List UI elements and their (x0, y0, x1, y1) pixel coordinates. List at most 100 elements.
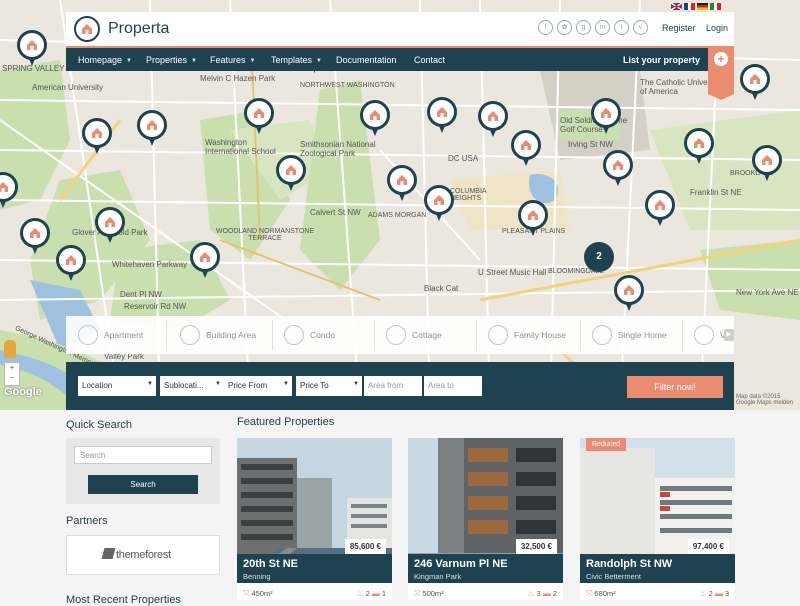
add-property-button[interactable]: + (708, 46, 734, 100)
property-marker-icon[interactable] (82, 118, 112, 154)
select-value: Sublocati... (164, 381, 204, 390)
plus-icon: + (714, 52, 728, 66)
brand-name[interactable]: Properta (108, 20, 169, 38)
property-marker-icon[interactable] (740, 64, 770, 100)
nav-label: Properties (146, 55, 188, 65)
nav-homepage[interactable]: Homepage ▼ (78, 55, 132, 65)
nav-label: Templates (271, 55, 313, 65)
property-marker-icon[interactable] (603, 150, 633, 186)
list-property-link[interactable]: List your property (623, 55, 700, 65)
price-to-select[interactable]: Price To ▼ (296, 376, 362, 396)
map-cluster-marker[interactable]: 2 (584, 242, 614, 272)
category-condo[interactable]: Condo (284, 324, 335, 346)
category-single-home[interactable]: Single Home (592, 324, 667, 346)
property-name[interactable]: Randolph St NW (586, 558, 672, 570)
flag-de-icon[interactable] (697, 3, 708, 10)
nav-features[interactable]: Features ▼ (210, 55, 255, 65)
partner-logo-box[interactable]: themeforest (66, 535, 220, 575)
zoom-control[interactable]: + − (4, 362, 20, 386)
map-label: U Street Music Hall (478, 268, 547, 277)
property-marker-icon[interactable] (424, 185, 454, 221)
bath-icon: ♨ (527, 589, 535, 598)
rooms-value: 1 (381, 589, 386, 598)
property-marker-icon[interactable] (244, 98, 274, 134)
price-from-select[interactable]: Price From ▼ (224, 376, 292, 396)
card-caption: 246 Varnum Pl NE Kingman Park (408, 554, 563, 583)
map-label: ADAMS MORGAN (368, 212, 427, 219)
apartment-icon (78, 325, 98, 345)
area-icon: ⤧ (414, 589, 421, 598)
chevron-down-icon: ▼ (191, 57, 197, 64)
nav-contact[interactable]: Contact (414, 55, 445, 65)
category-apartment[interactable]: Apartment (78, 324, 143, 346)
home-logo-icon[interactable] (74, 16, 100, 42)
linkedin-icon[interactable]: in (595, 20, 610, 35)
property-marker-icon[interactable] (614, 275, 644, 311)
select-value: Price To (300, 381, 329, 390)
property-marker-icon[interactable] (360, 100, 390, 136)
facebook-icon[interactable]: f (538, 20, 553, 35)
flag-fr-icon[interactable] (684, 3, 695, 10)
property-marker-icon[interactable] (511, 130, 541, 166)
property-marker-icon[interactable] (518, 200, 548, 236)
area-to-input[interactable]: Area to (424, 376, 482, 396)
map-attribution[interactable]: Map data ©2015 Google Maps melden (736, 394, 800, 406)
property-name[interactable]: 20th St NE (243, 558, 298, 570)
category-label: Cottage (412, 330, 442, 340)
single-home-icon (592, 325, 612, 345)
nav-documentation[interactable]: Documentation (336, 55, 397, 65)
property-marker-icon[interactable] (684, 128, 714, 164)
property-marker-icon[interactable] (427, 97, 457, 133)
property-marker-icon[interactable] (56, 245, 86, 281)
category-building-area[interactable]: Building Area (180, 324, 256, 346)
map-label: DC USA (448, 154, 479, 163)
property-marker-icon[interactable] (387, 165, 417, 201)
property-marker-icon[interactable] (752, 145, 782, 181)
location-select[interactable]: Location ▼ (78, 376, 156, 396)
category-cottage[interactable]: Cottage (386, 324, 442, 346)
filter-now-button[interactable]: Filter now! (627, 376, 723, 398)
category-villa[interactable]: V (694, 324, 726, 346)
area-from-input[interactable]: Area from (364, 376, 422, 396)
property-card[interactable]: 32,500 € 246 Varnum Pl NE Kingman Park ⤧… (408, 438, 563, 600)
street-view-pegman-icon[interactable] (4, 340, 16, 358)
price-tag: 32,500 € (515, 539, 557, 554)
property-area: ⤧ 450m² (243, 589, 273, 599)
sublocation-select[interactable]: Sublocati... ▼ (160, 376, 224, 396)
category-family-house[interactable]: Family House (488, 324, 566, 346)
property-location: Civic Betterment (586, 572, 642, 581)
nav-templates[interactable]: Templates ▼ (271, 55, 322, 65)
nav-properties[interactable]: Properties ▼ (146, 55, 197, 65)
property-name[interactable]: 246 Varnum Pl NE (414, 558, 508, 570)
rooms-value: 3 (536, 589, 541, 598)
google-logo: Google (4, 386, 42, 398)
nav-label: Documentation (336, 55, 397, 65)
property-marker-icon[interactable] (591, 98, 621, 134)
chevron-right-icon[interactable]: ▶ (724, 329, 734, 341)
property-marker-icon[interactable] (95, 207, 125, 243)
property-marker-icon[interactable] (20, 218, 50, 254)
search-button[interactable]: Search (88, 475, 198, 494)
flag-it-icon[interactable] (710, 3, 721, 10)
divider (682, 320, 683, 350)
property-card[interactable]: 85,600 € 20th St NE Benning ⤧ 450m² ♨ 2 ▬ 1 (237, 438, 392, 600)
partner-logo-text: themeforest (116, 549, 171, 561)
login-link[interactable]: Login (706, 23, 728, 33)
tumblr-icon[interactable]: t (614, 20, 629, 35)
search-input[interactable]: Search (74, 446, 212, 464)
divider (272, 320, 273, 350)
property-marker-icon[interactable] (17, 30, 47, 66)
property-marker-icon[interactable] (137, 110, 167, 146)
vimeo-icon[interactable]: v (633, 20, 648, 35)
category-label: Family House (514, 330, 566, 340)
property-marker-icon[interactable] (276, 155, 306, 191)
property-marker-icon[interactable] (645, 190, 675, 226)
google-plus-icon[interactable]: g (576, 20, 591, 35)
flag-uk-icon[interactable] (671, 3, 682, 10)
quick-search-box: Search Search (66, 438, 220, 504)
flickr-icon[interactable]: ✿ (557, 20, 572, 35)
property-card[interactable]: Reduced 97,400 € Randolph St NW Civic Be… (580, 438, 735, 600)
register-link[interactable]: Register (662, 23, 696, 33)
property-marker-icon[interactable] (190, 242, 220, 278)
property-marker-icon[interactable] (478, 101, 508, 137)
